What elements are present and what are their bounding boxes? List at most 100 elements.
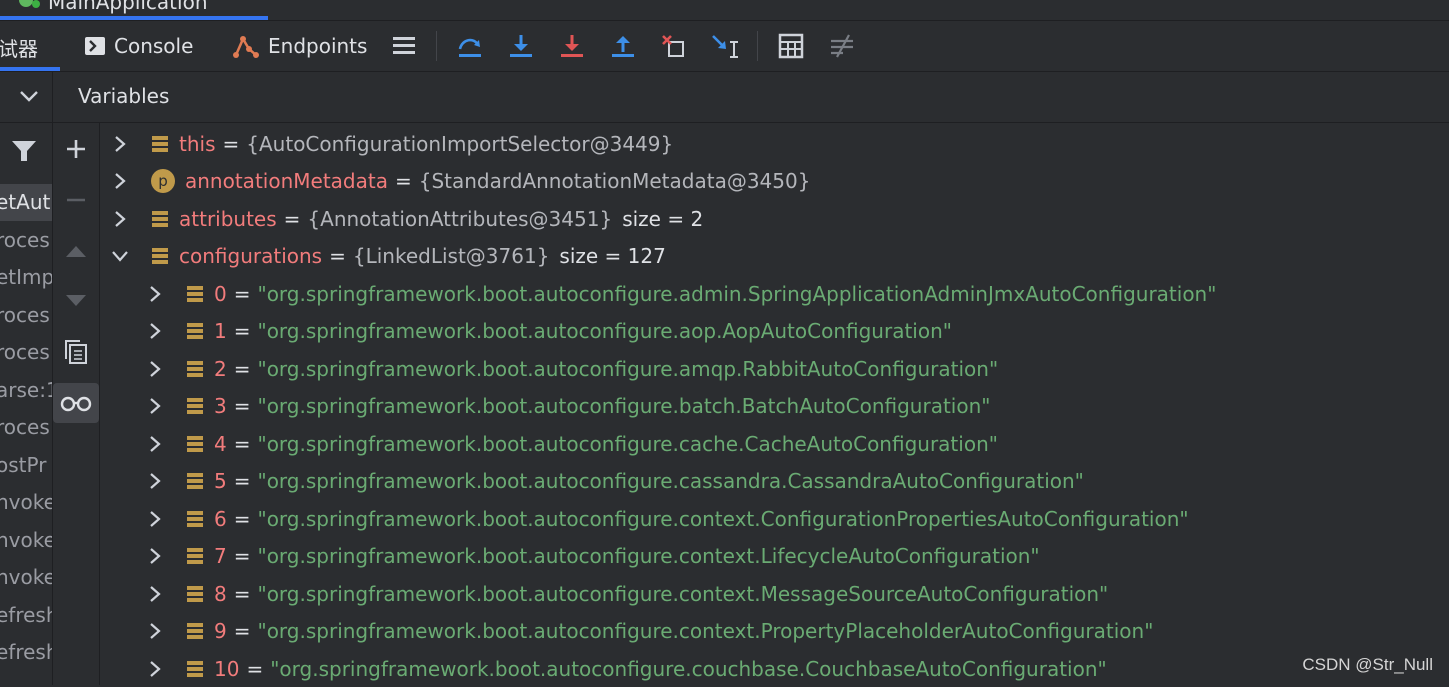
tab-endpoints[interactable]: Endpoints xyxy=(232,21,367,71)
equals-sign: = xyxy=(233,431,251,456)
show-watches-toggle[interactable] xyxy=(53,383,99,423)
step-into-button[interactable] xyxy=(506,31,536,61)
chevron-right-icon[interactable] xyxy=(145,321,165,341)
equals-sign: = xyxy=(246,656,264,681)
chevron-right-icon[interactable] xyxy=(110,209,130,229)
stack-frame-item[interactable]: nvoke xyxy=(0,565,52,589)
add-watch-button[interactable] xyxy=(53,129,99,169)
field-icon xyxy=(185,321,205,341)
stack-frame-item[interactable]: etImp xyxy=(0,265,52,289)
tab-console-label: Console xyxy=(114,34,194,58)
list-item[interactable]: 9 = "org.springframework.boot.autoconfigur… xyxy=(145,613,1153,650)
list-item[interactable]: 0 = "org.springframework.boot.autoconfigur… xyxy=(145,275,1216,312)
chevron-right-icon[interactable] xyxy=(145,359,165,379)
variable-name: annotationMetadata xyxy=(185,168,388,193)
stack-frame-item[interactable]: efresh xyxy=(0,640,52,664)
item-string-value: "org.springframework.boot.autoconfigure.… xyxy=(257,319,952,343)
variables-tree: this = {AutoConfigurationImportSelector@… xyxy=(100,124,1449,685)
stack-frame-item[interactable]: roces xyxy=(0,228,50,252)
chevron-right-icon[interactable] xyxy=(145,584,165,604)
run-tab-underline xyxy=(0,16,268,20)
run-to-cursor-button[interactable] xyxy=(710,31,740,61)
list-item[interactable]: 6 = "org.springframework.boot.autoconfigur… xyxy=(145,500,1189,537)
chevron-down-icon[interactable] xyxy=(110,246,130,266)
frames-panel: etAut roces etImp roces roces arse:1 roces ostP… xyxy=(0,72,53,685)
chevron-right-icon[interactable] xyxy=(145,509,165,529)
copy-watch-button[interactable] xyxy=(53,332,99,372)
step-over-icon xyxy=(458,38,481,57)
equals-sign: = xyxy=(394,168,412,193)
list-item[interactable]: 10 = "org.springframework.boot.autoconfigu… xyxy=(145,650,1107,687)
toolbar-separator xyxy=(757,31,758,61)
list-item[interactable]: 5 = "org.springframework.boot.autoconfigur… xyxy=(145,463,1084,500)
item-string-value: "org.springframework.boot.autoconfigure.… xyxy=(270,656,1107,681)
chevron-right-icon[interactable] xyxy=(145,621,165,641)
chevron-right-icon[interactable] xyxy=(145,284,165,304)
trace-button[interactable] xyxy=(827,31,857,61)
stack-frame-item[interactable]: roces xyxy=(0,340,50,364)
item-string-value: "org.springframework.boot.autoconfigure.… xyxy=(257,431,998,456)
filter-icon[interactable] xyxy=(10,138,38,164)
item-string-value: "org.springframework.boot.autoconfigure.… xyxy=(257,356,999,381)
stack-frame-item[interactable]: etAut xyxy=(0,190,50,214)
remove-watch-button[interactable] xyxy=(53,180,99,220)
item-index: 0 xyxy=(214,281,227,306)
tab-console[interactable]: Console xyxy=(84,21,193,71)
item-index: 2 xyxy=(214,356,227,381)
item-index: 7 xyxy=(214,544,227,568)
variable-row-configurations[interactable]: configurations = {LinkedList@3761} size … xyxy=(110,237,666,274)
field-icon xyxy=(185,509,205,529)
chevron-right-icon[interactable] xyxy=(110,134,130,154)
variable-row-annotation-metadata[interactable]: p annotationMetadata = {StandardAnnotati… xyxy=(110,162,810,199)
chevron-right-icon[interactable] xyxy=(110,171,130,191)
variable-row-this[interactable]: this = {AutoConfigurationImportSelector@… xyxy=(110,125,673,162)
run-tab-main-application[interactable]: MainApplication xyxy=(0,0,268,20)
stack-frame-item[interactable]: roces xyxy=(0,303,50,327)
chevron-right-icon[interactable] xyxy=(145,471,165,491)
item-string-value: "org.springframework.boot.autoconfigure.… xyxy=(257,394,991,418)
step-out-button[interactable] xyxy=(608,31,638,61)
stack-frame-item[interactable]: arse:1 xyxy=(0,378,52,402)
field-icon xyxy=(185,434,205,454)
list-item[interactable]: 7 = "org.springframework.boot.autoconfigur… xyxy=(145,538,1040,575)
stack-frame-item[interactable]: ostPr xyxy=(0,453,46,477)
move-watch-up-button[interactable] xyxy=(53,231,99,271)
equals-sign: = xyxy=(222,131,240,156)
toolbar-separator xyxy=(436,31,437,61)
chevron-down-icon[interactable] xyxy=(18,88,40,104)
list-item[interactable]: 3 = "org.springframework.boot.autoconfigur… xyxy=(145,388,990,425)
step-into-icon xyxy=(510,35,532,57)
equals-sign: = xyxy=(233,319,251,343)
chevron-right-icon[interactable] xyxy=(145,396,165,416)
copy-icon xyxy=(65,340,87,364)
item-string-value: "org.springframework.boot.autoconfigure.… xyxy=(257,544,1040,568)
variable-value: {LinkedList@3761} xyxy=(352,243,550,268)
run-tab-label: MainApplication xyxy=(48,0,208,14)
chevron-right-icon[interactable] xyxy=(145,546,165,566)
variable-row-attributes[interactable]: attributes = {AnnotationAttributes@3451}… xyxy=(110,200,703,237)
glasses-icon xyxy=(60,396,92,412)
equals-sign: = xyxy=(233,544,251,568)
stack-frame-item[interactable]: nvoke xyxy=(0,490,52,514)
item-string-value: "org.springframework.boot.autoconfigure.… xyxy=(257,469,1084,493)
field-icon xyxy=(185,471,205,491)
chevron-right-icon[interactable] xyxy=(145,659,165,679)
move-watch-down-button[interactable] xyxy=(53,281,99,321)
drop-frame-button[interactable] xyxy=(659,31,689,61)
frames-menu-button[interactable] xyxy=(389,31,419,61)
stack-frame-item[interactable]: roces xyxy=(0,415,50,439)
chevron-right-icon[interactable] xyxy=(145,434,165,454)
list-item[interactable]: 2 = "org.springframework.boot.autoconfigur… xyxy=(145,350,998,387)
field-icon xyxy=(185,621,205,641)
tab-debugger[interactable]: 试器 xyxy=(0,21,60,71)
step-over-button[interactable] xyxy=(455,31,485,61)
evaluate-expression-button[interactable] xyxy=(776,31,806,61)
list-item[interactable]: 8 = "org.springframework.boot.autoconfigur… xyxy=(145,575,1108,612)
stack-frame-item[interactable]: nvoke xyxy=(0,528,52,552)
force-step-into-button[interactable] xyxy=(557,31,587,61)
stack-frame-item[interactable]: efresh xyxy=(0,603,52,627)
item-index: 1 xyxy=(214,319,227,343)
equals-sign: = xyxy=(233,506,251,531)
list-item[interactable]: 4 = "org.springframework.boot.autoconfigur… xyxy=(145,425,998,462)
list-item[interactable]: 1 = "org.springframework.boot.autoconfigur… xyxy=(145,313,952,350)
